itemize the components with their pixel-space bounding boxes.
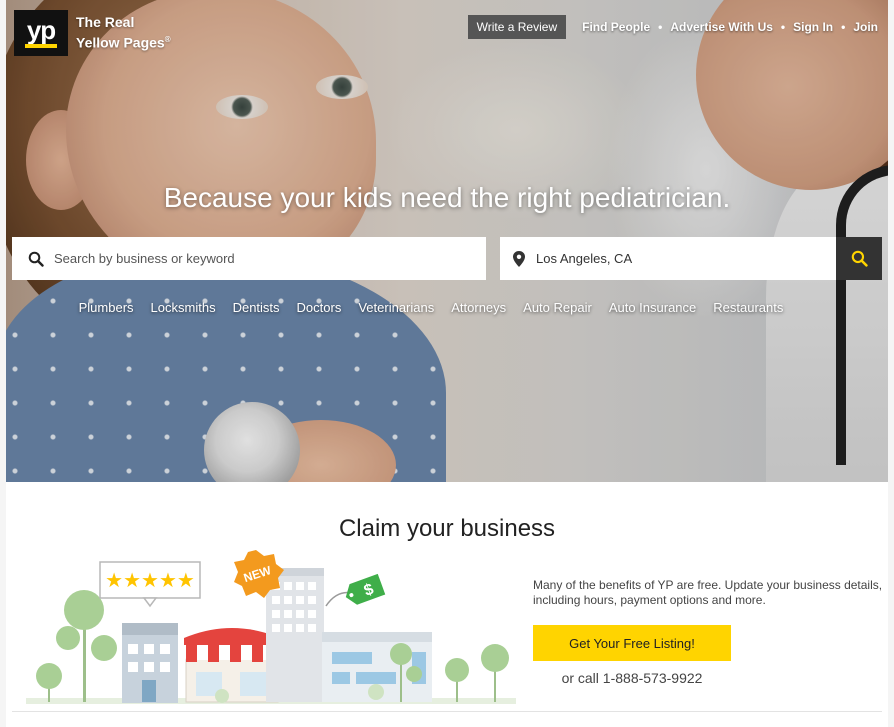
search-where-field[interactable]	[500, 237, 836, 280]
logo-wordmark: The Real Yellow Pages®	[76, 14, 171, 52]
location-input[interactable]	[536, 251, 836, 266]
logo-underline	[25, 44, 57, 48]
tree-icon	[36, 590, 117, 702]
category-plumbers[interactable]: Plumbers	[79, 300, 134, 315]
search-submit-button[interactable]	[836, 237, 882, 280]
yp-logo-mark: yp	[14, 10, 68, 56]
search-bar	[12, 237, 882, 280]
nav-separator: •	[841, 20, 846, 34]
top-navigation: Write a Review Find People • Advertise W…	[467, 15, 878, 39]
registered-mark: ®	[164, 35, 171, 45]
join-link[interactable]: Join	[853, 20, 878, 34]
review-bubble: ★★★★★	[99, 561, 201, 608]
rating-stars: ★★★★★	[105, 568, 195, 592]
write-review-button[interactable]: Write a Review	[467, 15, 567, 39]
sign-in-link[interactable]: Sign In	[793, 20, 833, 34]
category-attorneys[interactable]: Attorneys	[451, 300, 506, 315]
hero-banner: yp The Real Yellow Pages® Write a Review…	[6, 0, 888, 482]
page: yp The Real Yellow Pages® Write a Review…	[0, 0, 894, 727]
nav-separator: •	[780, 20, 786, 34]
claim-phone: or call 1-888-573-9922	[561, 670, 703, 686]
map-pin-icon	[513, 250, 525, 267]
logo-line2: Yellow Pages	[76, 34, 165, 51]
building-icon	[122, 623, 178, 703]
category-dentists[interactable]: Dentists	[233, 300, 280, 315]
hero-headline: Because your kids need the right pediatr…	[163, 182, 731, 213]
claim-description: Many of the benefits of YP are free. Upd…	[533, 578, 883, 607]
logo-line1: The Real	[76, 14, 135, 31]
section-divider	[12, 711, 882, 712]
advertise-link[interactable]: Advertise With Us	[670, 20, 773, 34]
category-auto-repair[interactable]: Auto Repair	[523, 300, 592, 315]
business-illustration: ★★★★★ NEW $	[26, 550, 516, 704]
category-links: Plumbers Locksmiths Dentists Doctors Vet…	[6, 300, 888, 315]
site-logo[interactable]: yp The Real Yellow Pages®	[14, 10, 171, 56]
free-listing-button[interactable]: Get Your Free Listing!	[533, 625, 731, 661]
price-tag-icon: $	[325, 573, 386, 607]
search-what-field[interactable]	[12, 237, 486, 280]
category-auto-insurance[interactable]: Auto Insurance	[609, 300, 696, 315]
find-people-link[interactable]: Find People	[582, 20, 650, 34]
category-doctors[interactable]: Doctors	[297, 300, 342, 315]
claim-title: Claim your business	[338, 515, 556, 542]
category-restaurants[interactable]: Restaurants	[713, 300, 783, 315]
search-input[interactable]	[54, 251, 354, 266]
search-icon	[28, 251, 44, 267]
category-veterinarians[interactable]: Veterinarians	[358, 300, 434, 315]
category-locksmiths[interactable]: Locksmiths	[151, 300, 216, 315]
logo-mark-text: yp	[26, 15, 56, 45]
search-icon	[851, 250, 868, 267]
nav-separator: •	[658, 20, 663, 34]
